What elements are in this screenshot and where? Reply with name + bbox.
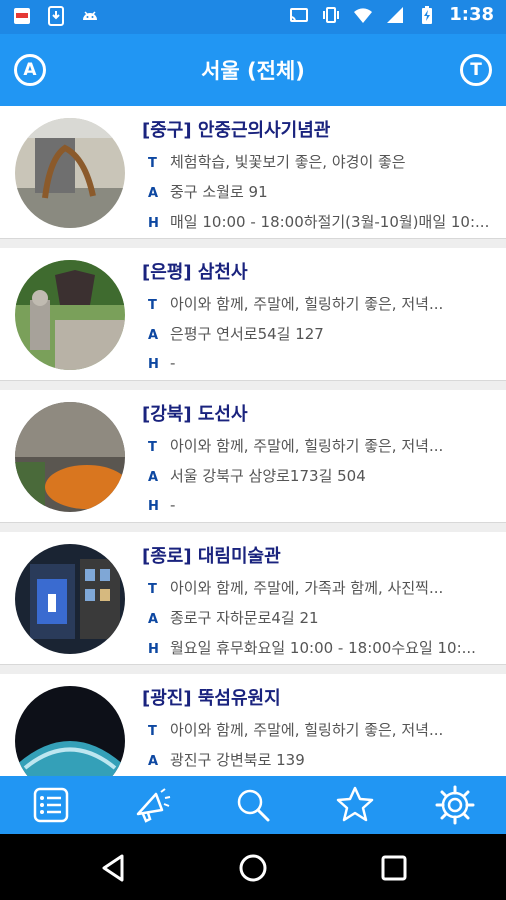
address-label: A [148, 612, 159, 627]
address-row: A 서울 강북구 삼양로173길 504 [148, 465, 498, 487]
tags-row: T 아이와 함께, 주말에, 힐링하기 좋은, 저녁... [148, 719, 498, 741]
tags-label: T [148, 582, 157, 597]
cast-icon [290, 7, 309, 22]
address-text: 은평구 연서로54길 127 [170, 325, 324, 343]
address-text: 종로구 자하문로4길 21 [170, 609, 319, 627]
tags-text: 아이와 함께, 주말에, 힐링하기 좋은, 저녁... [170, 295, 444, 313]
status-time: 1:38 [449, 4, 494, 25]
bottom-tab-bar [0, 776, 506, 834]
hours-text: 월요일 휴무화요일 10:00 - 18:00수요일 10:... [170, 639, 476, 657]
hours-label: H [148, 499, 159, 514]
place-thumbnail [15, 118, 125, 228]
list-item[interactable]: [종로] 대림미술관 T 아이와 함께, 주말에, 가족과 함께, 사진찍... … [0, 532, 506, 665]
address-label: A [148, 186, 159, 201]
hours-text: - [170, 496, 176, 514]
hours-row: H 매일 10:00 - 18:00하절기(3월-10월)매일 10:... [148, 211, 498, 233]
address-row: A 은평구 연서로54길 127 [148, 323, 498, 345]
list-item[interactable]: [강북] 도선사 T 아이와 함께, 주말에, 힐링하기 좋은, 저녁... A서… [0, 390, 506, 523]
tags-label: T [148, 156, 157, 171]
place-thumbnail [15, 402, 125, 512]
place-list: [중구] 안중근의사기념관 T 체험학습, 빛꽃보기 좋은, 야경이 좋은 A 중구… [0, 106, 506, 776]
tags-row: T 아이와 함께, 주말에, 힐링하기 좋은, 저녁... [148, 293, 498, 315]
system-nav-bar [0, 834, 506, 900]
place-thumbnail [15, 686, 125, 776]
address-row: A 종로구 자하문로4길 21 [148, 607, 498, 629]
back-icon[interactable] [96, 850, 132, 886]
search-icon[interactable] [232, 784, 274, 826]
address-row: A 중구 소월로 91 [148, 181, 498, 203]
tags-text: 아이와 함께, 주말에, 힐링하기 좋은, 저녁... [170, 437, 444, 455]
battery-charging-icon [422, 5, 433, 24]
tags-label: T [148, 298, 157, 313]
wifi-icon [354, 7, 373, 23]
place-title: [중구] 안중근의사기념관 [142, 120, 331, 141]
address-label: A [148, 328, 159, 343]
address-label: A [148, 754, 159, 769]
tags-label: T [148, 724, 157, 739]
hours-label: H [148, 357, 159, 372]
address-text: 중구 소월로 91 [170, 183, 268, 201]
app-bar: A 서울 (전체) T [0, 34, 506, 106]
download-icon [48, 6, 64, 26]
android-icon [83, 11, 97, 20]
tags-row: T 아이와 함께, 주말에, 힐링하기 좋은, 저녁... [148, 435, 498, 457]
address-text: 광진구 강변북로 139 [170, 751, 305, 769]
tags-label: T [148, 440, 157, 455]
hours-row: H- [148, 495, 498, 517]
settings-icon[interactable] [434, 784, 476, 826]
tags-text: 체험학습, 빛꽃보기 좋은, 야경이 좋은 [170, 153, 406, 171]
list-item[interactable]: [중구] 안중근의사기념관 T 체험학습, 빛꽃보기 좋은, 야경이 좋은 A 중구… [0, 106, 506, 239]
hours-text: 매일 10:00 - 18:00하절기(3월-10월)매일 10:... [170, 213, 490, 231]
list-icon[interactable] [30, 784, 72, 826]
signal-icon [387, 6, 404, 23]
vibrate-icon [323, 6, 340, 23]
hours-row: H 월요일 휴무화요일 10:00 - 18:00수요일 10:... [148, 637, 498, 659]
hours-text: - [170, 354, 176, 372]
place-title: [강북] 도선사 [142, 404, 248, 425]
status-bar: 1:38 [0, 0, 506, 34]
place-title: [종로] 대림미술관 [142, 546, 281, 567]
t-circle-button[interactable]: T [460, 54, 492, 86]
tags-row: T 아이와 함께, 주말에, 가족과 함께, 사진찍... [148, 577, 498, 599]
megaphone-icon[interactable] [132, 784, 174, 826]
address-row: A 광진구 강변북로 139 [148, 749, 498, 771]
star-icon[interactable] [334, 784, 376, 826]
place-title: [은평] 삼천사 [142, 262, 248, 283]
app-notification-icon [14, 8, 30, 24]
hours-label: H [148, 642, 159, 657]
tags-text: 아이와 함께, 주말에, 가족과 함께, 사진찍... [170, 579, 444, 597]
list-item[interactable]: [은평] 삼천사 T 아이와 함께, 주말에, 힐링하기 좋은, 저녁... A은… [0, 248, 506, 381]
page-title: 서울 (전체) [201, 59, 305, 83]
recents-icon[interactable] [376, 850, 412, 886]
list-item[interactable]: [광진] 뚝섬유원지 T 아이와 함께, 주말에, 힐링하기 좋은, 저녁... … [0, 674, 506, 776]
address-text: 서울 강북구 삼양로173길 504 [170, 467, 366, 485]
address-label: A [148, 470, 159, 485]
place-thumbnail [15, 260, 125, 370]
place-title: [광진] 뚝섬유원지 [142, 688, 281, 709]
tags-text: 아이와 함께, 주말에, 힐링하기 좋은, 저녁... [170, 721, 444, 739]
hours-label: H [148, 216, 159, 231]
place-thumbnail [15, 544, 125, 654]
home-icon[interactable] [235, 850, 271, 886]
tags-row: T 체험학습, 빛꽃보기 좋은, 야경이 좋은 [148, 151, 498, 173]
hours-row: H- [148, 353, 498, 375]
